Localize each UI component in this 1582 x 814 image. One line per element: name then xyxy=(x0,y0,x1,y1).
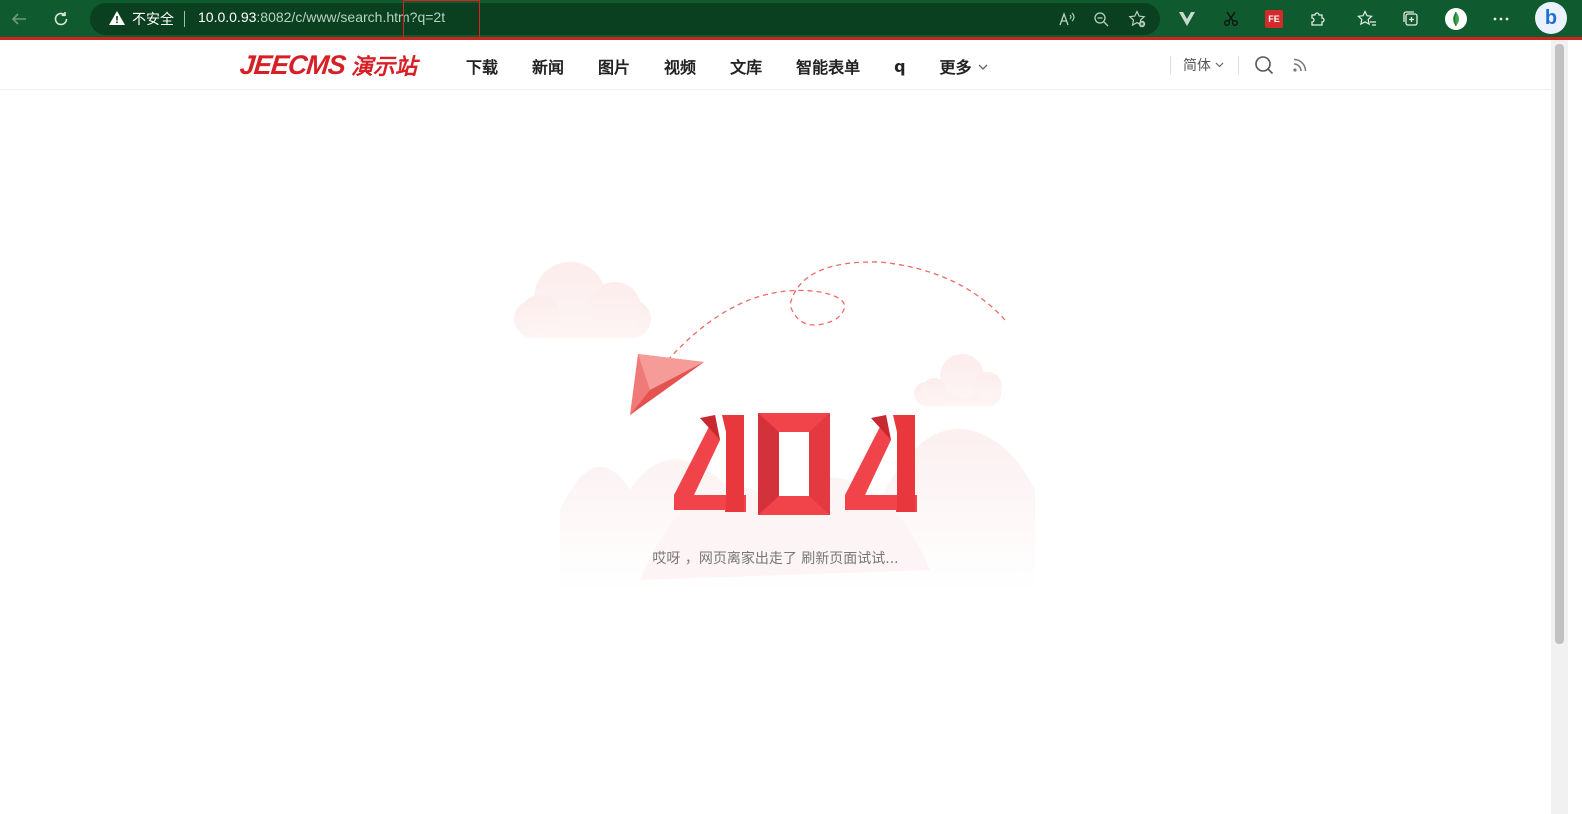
error-message: 哎呀 ，网页离家出走了 刷新页面试试... xyxy=(652,551,899,567)
scrollbar-thumb[interactable] xyxy=(1555,44,1564,644)
nav-item-download[interactable]: 下载 xyxy=(466,54,498,78)
page-scrollbar[interactable] xyxy=(1551,40,1568,814)
main-nav: 下载 新闻 图片 视频 文库 智能表单 q 更多 xyxy=(466,54,1022,78)
cloud-left xyxy=(514,262,651,338)
nav-item-video[interactable]: 视频 xyxy=(664,54,696,78)
vue-devtools-extension-icon[interactable] xyxy=(1172,4,1202,34)
chevron-down-icon xyxy=(1215,60,1224,71)
url-host: 10.0.0.93 xyxy=(198,9,257,25)
extensions-puzzle-icon[interactable] xyxy=(1303,4,1333,34)
fe-label: FE xyxy=(1265,10,1283,28)
bing-label: b xyxy=(1544,6,1558,29)
site-header: JEECMS 演示站 下载 新闻 图片 视频 文库 智能表单 q 更多 简体 xyxy=(0,40,1551,90)
nav-item-smart-form[interactable]: 智能表单 xyxy=(796,54,860,78)
address-bar[interactable]: 不安全 10.0.0.93:8082/c/www/search.htm?q=2t xyxy=(90,3,1160,35)
profile-avatar[interactable] xyxy=(1441,4,1471,34)
logo-latin-text: JEECMS xyxy=(238,49,347,80)
cloud-right xyxy=(914,354,1002,406)
flight-path xyxy=(667,261,1006,361)
warning-icon xyxy=(108,9,126,27)
avatar-icon xyxy=(1445,8,1467,30)
error-code-graphic xyxy=(674,413,917,515)
site-logo[interactable]: JEECMS 演示站 xyxy=(238,49,418,81)
nav-item-images[interactable]: 图片 xyxy=(598,54,630,78)
chevron-down-icon xyxy=(978,60,988,73)
collections-icon[interactable] xyxy=(1396,4,1426,34)
security-label[interactable]: 不安全 xyxy=(132,9,174,29)
nav-item-more[interactable]: 更多 xyxy=(940,54,988,78)
zoom-out-icon[interactable] xyxy=(1090,8,1112,30)
favorites-icon[interactable] xyxy=(1352,4,1382,34)
logo-cjk-text: 演示站 xyxy=(351,55,418,80)
more-options-icon[interactable] xyxy=(1486,4,1516,34)
language-label: 简体 xyxy=(1183,58,1211,74)
fe-extension-icon[interactable]: FE xyxy=(1259,4,1289,34)
browser-toolbar: 不安全 10.0.0.93:8082/c/www/search.htm?q=2t… xyxy=(0,0,1582,50)
bing-copilot-icon[interactable]: b xyxy=(1535,2,1567,34)
paper-plane-icon xyxy=(630,354,704,415)
add-favorite-icon[interactable] xyxy=(1126,8,1148,30)
divider xyxy=(1170,56,1171,74)
language-switch[interactable]: 简体 xyxy=(1183,55,1224,75)
divider xyxy=(1238,56,1239,74)
reload-icon[interactable] xyxy=(46,4,76,34)
back-arrow-icon[interactable] xyxy=(4,4,34,34)
nav-item-q[interactable]: q xyxy=(894,57,905,76)
header-tools: 简体 xyxy=(1170,52,1311,78)
read-aloud-icon[interactable] xyxy=(1056,8,1078,30)
nav-more-label: 更多 xyxy=(939,58,972,77)
nav-item-news[interactable]: 新闻 xyxy=(532,54,564,78)
search-icon[interactable] xyxy=(1253,54,1275,76)
rss-icon[interactable] xyxy=(1289,54,1311,76)
nav-item-library[interactable]: 文库 xyxy=(730,54,762,78)
divider xyxy=(184,11,185,27)
scissors-extension-icon[interactable] xyxy=(1216,4,1246,34)
